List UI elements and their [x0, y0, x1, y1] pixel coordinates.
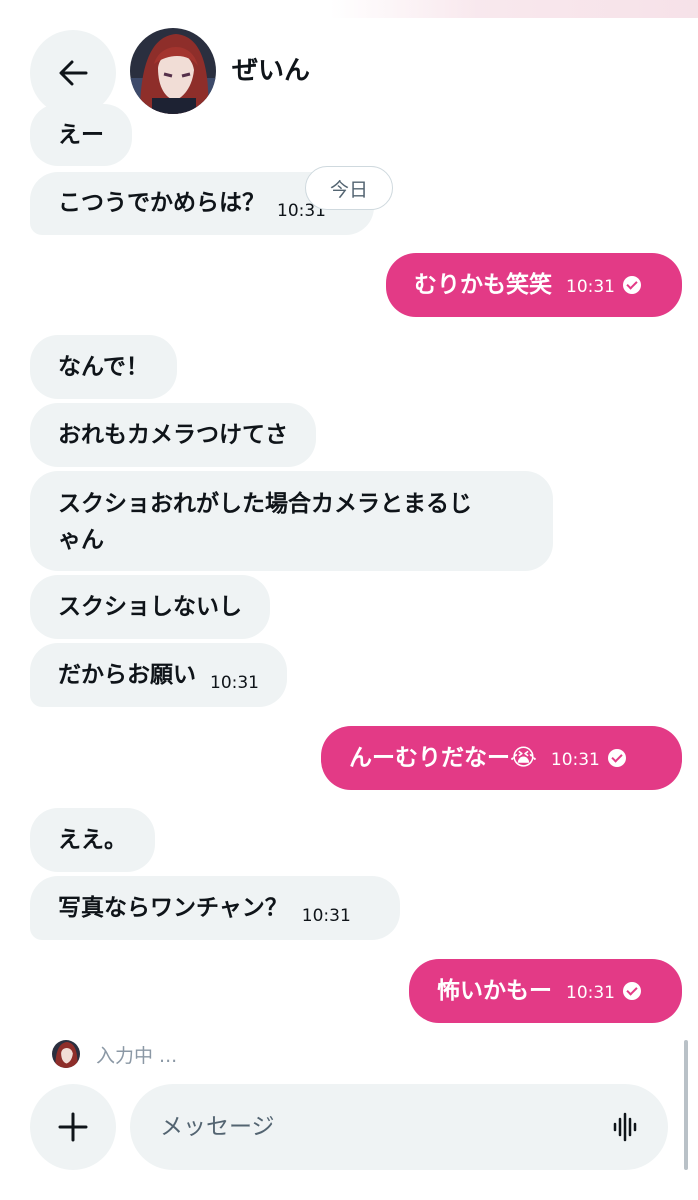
message-time: 10:31: [566, 983, 615, 1003]
message-bubble[interactable]: むりかも笑笑 10:31: [386, 253, 682, 317]
typing-indicator: 入力中 ...: [52, 1040, 177, 1068]
plus-icon: [58, 1112, 88, 1142]
date-separator: 今日: [305, 166, 393, 210]
message-text: だからお願い: [58, 662, 196, 688]
message-text: 写真ならワンチャン？: [58, 895, 288, 921]
message-time: 10:31: [210, 673, 259, 693]
sent-check-icon: [607, 749, 626, 767]
message-input[interactable]: [130, 1084, 668, 1170]
message-bubble[interactable]: 怖いかもー 10:31: [409, 959, 682, 1023]
scrollbar[interactable]: [684, 1040, 688, 1170]
message-text: ゃん: [58, 527, 104, 553]
voice-waveform-icon: [613, 1112, 637, 1142]
message-text: おれもカメラつけてさ: [58, 422, 288, 448]
arrow-left-icon: [59, 60, 88, 86]
message-bubble[interactable]: おれもカメラつけてさ: [30, 403, 316, 467]
message-bubble[interactable]: えー: [30, 104, 132, 166]
message-bubble[interactable]: ええ。: [30, 808, 155, 872]
top-gradient: [330, 0, 698, 18]
contact-name[interactable]: ぜいん: [232, 50, 310, 87]
sent-check-icon: [623, 982, 641, 1000]
add-attachment-button[interactable]: [30, 1084, 116, 1170]
sent-check-icon: [623, 276, 641, 294]
message-time: 10:31: [566, 277, 615, 297]
message-bubble[interactable]: んーむりだなー😭 10:31: [321, 726, 682, 790]
message-text: ええ。: [58, 827, 127, 853]
message-text: むりかも笑笑: [414, 272, 552, 298]
message-bubble[interactable]: なんで！: [30, 335, 177, 399]
message-text: こつうでかめらは？: [58, 190, 265, 216]
contact-avatar[interactable]: [130, 28, 216, 114]
message-bubble[interactable]: スクショおれがした場合カメラとまるじ ゃん: [30, 471, 553, 571]
message-time: 10:31: [550, 750, 600, 770]
voice-message-button[interactable]: [606, 1110, 642, 1144]
message-text: なんで！: [58, 354, 149, 380]
message-text: えー: [58, 122, 104, 148]
message-text: んーむりだなー: [349, 745, 510, 771]
typing-avatar: [52, 1040, 80, 1068]
message-text: スクショしないし: [58, 594, 242, 620]
message-bubble[interactable]: だからお願い 10:31: [30, 643, 287, 707]
message-text: 怖いかもー: [437, 978, 552, 1004]
crying-face-emoji: 😭: [510, 745, 537, 771]
message-text: スクショおれがした場合カメラとまるじ: [58, 491, 472, 517]
typing-text: 入力中 ...: [96, 1044, 178, 1067]
message-bubble[interactable]: 写真ならワンチャン？ 10:31: [30, 876, 400, 940]
message-bubble[interactable]: スクショしないし: [30, 575, 270, 639]
message-time: 10:31: [301, 906, 351, 926]
